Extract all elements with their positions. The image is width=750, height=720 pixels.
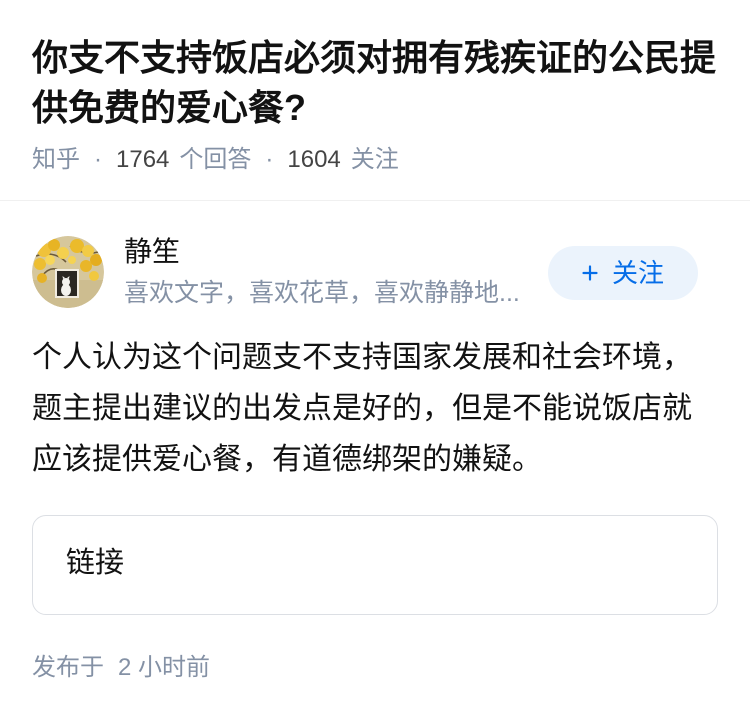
plus-icon: [582, 265, 598, 281]
answer-content: 个人认为这个问题支不支持国家发展和社会环境，题主提出建议的出发点是好的，但是不能…: [32, 341, 692, 476]
answer-page: 你支不支持饭店必须对拥有残疾证的公民提供免费的爱心餐? 知乎 · 1764 个回答 · 1…: [0, 0, 750, 720]
author-bio: 喜欢文字，喜欢花草，喜欢静静地...: [124, 279, 520, 307]
answer-count: 1764: [116, 146, 170, 173]
avatar-image: [32, 236, 104, 308]
author-row: 静笙 喜欢文字，喜欢花草，喜欢静静地... 关注: [32, 236, 718, 308]
published-time: 发布于 2 小时前: [32, 652, 210, 684]
meta-separator: ·: [94, 146, 102, 173]
published-time-value: 2 小时前: [118, 654, 211, 681]
published-label: 发布于: [32, 654, 104, 681]
answer-count-label: 个回答: [179, 146, 252, 173]
link-card[interactable]: 链接: [32, 515, 718, 615]
follower-count: 1604: [287, 146, 341, 173]
follow-button-label: 关注: [611, 258, 664, 288]
follow-button[interactable]: 关注: [548, 246, 698, 300]
header-divider: [0, 200, 750, 201]
link-card-label: 链接: [66, 547, 125, 579]
avatar[interactable]: [32, 236, 104, 308]
question-title[interactable]: 你支不支持饭店必须对拥有残疾证的公民提供免费的爱心餐?: [32, 33, 722, 133]
question-header: 你支不支持饭店必须对拥有残疾证的公民提供免费的爱心餐? 知乎 · 1764 个回答 · 1…: [32, 33, 722, 176]
meta-separator: ·: [265, 146, 274, 173]
question-meta: 知乎 · 1764 个回答 · 1604 关注: [32, 144, 722, 176]
source-label: 知乎: [32, 146, 80, 173]
follower-count-label: 关注: [350, 146, 399, 173]
author-name[interactable]: 静笙: [124, 232, 180, 272]
